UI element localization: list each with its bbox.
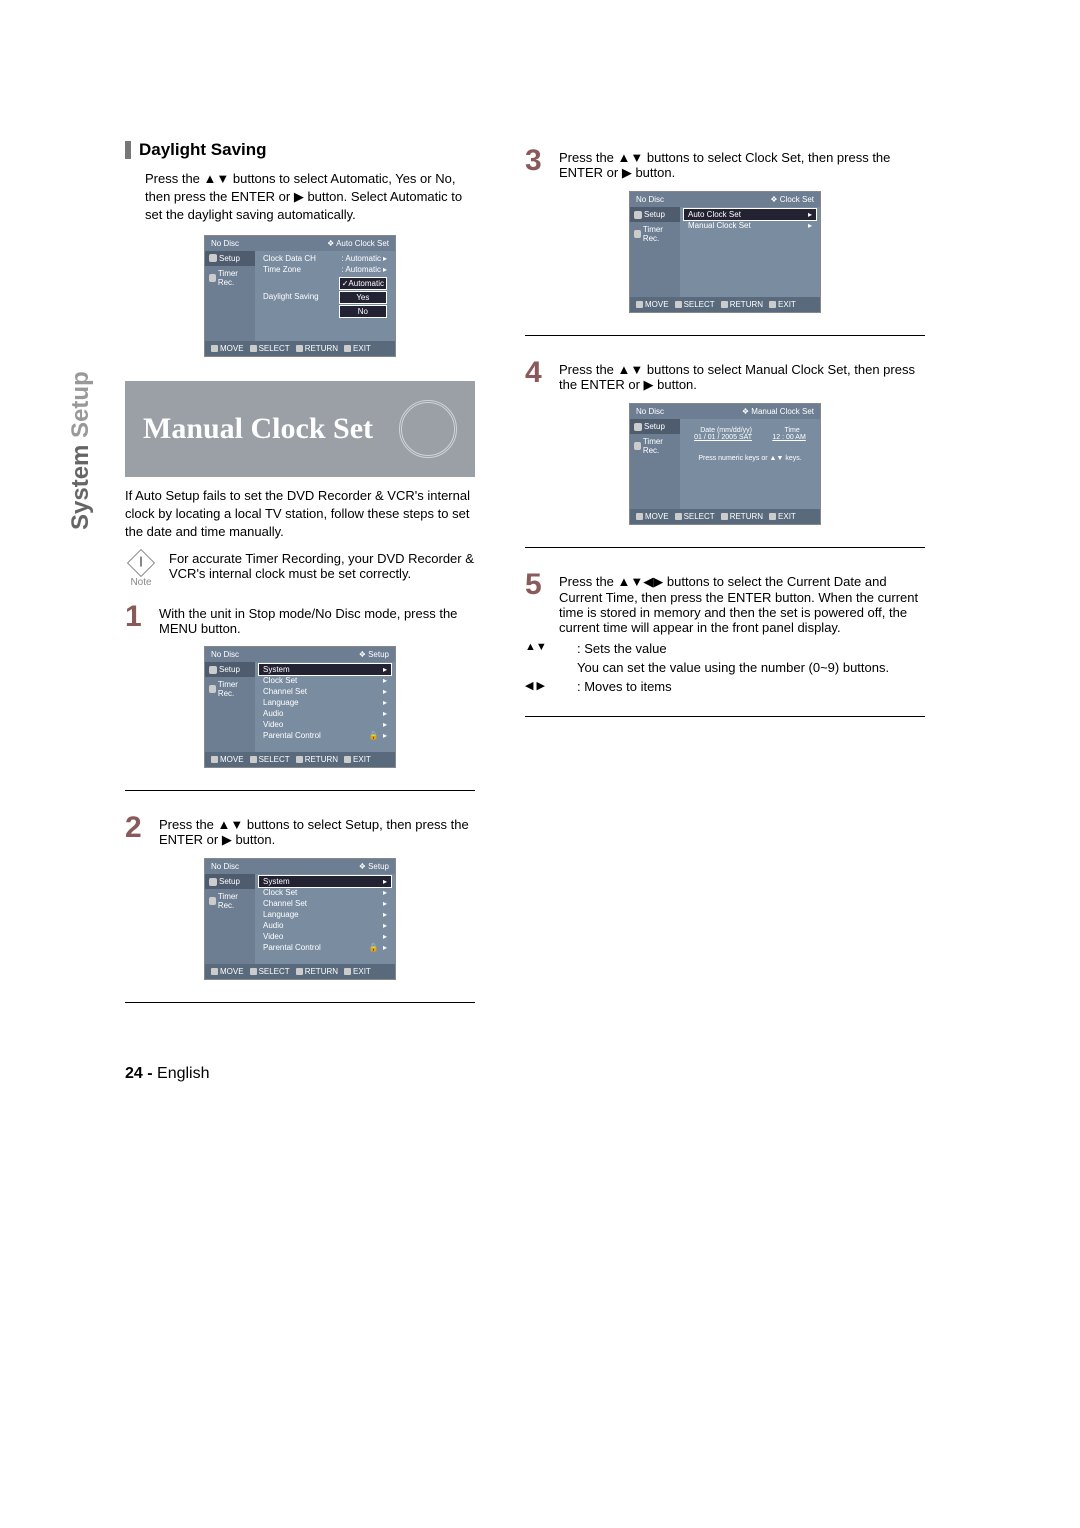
separator	[525, 547, 925, 548]
osd-setup-menu-1: No Disc❖ Setup Setup Timer Rec. System C…	[204, 646, 396, 768]
sets-value-line: ▲▼ : Sets the value	[525, 641, 925, 656]
osd-manual-clock-set: No Disc❖ Manual Clock Set Setup Timer Re…	[629, 403, 821, 525]
step-4: 4 Press the ▲▼ buttons to select Manual …	[525, 358, 925, 393]
osd-sidebar-setup: Setup	[205, 251, 255, 266]
page-footer: 24 - English	[125, 1065, 955, 1083]
separator	[525, 335, 925, 336]
osd-sidebar-timer: Timer Rec.	[205, 266, 255, 290]
gear-icon	[209, 254, 217, 262]
moves-items-line: ◀ ▶ : Moves to items	[525, 679, 925, 694]
manual-clock-set-banner: Manual Clock Set	[125, 381, 475, 477]
separator	[125, 790, 475, 791]
intro-paragraph: If Auto Setup fails to set the DVD Recor…	[125, 487, 475, 542]
daylight-saving-heading: Daylight Saving	[125, 140, 475, 160]
separator	[525, 716, 925, 717]
timer-icon	[209, 274, 216, 282]
osd-auto-clock-set: No Disc ❖ Auto Clock Set Setup Timer Rec…	[204, 235, 396, 357]
note-icon	[127, 549, 155, 577]
disc-icon	[399, 400, 457, 458]
daylight-paragraph: Press the ▲▼ buttons to select Automatic…	[145, 170, 475, 225]
separator	[125, 1002, 475, 1003]
sets-value-desc: You can set the value using the number (…	[525, 660, 925, 675]
step-2: 2 Press the ▲▼ buttons to select Setup, …	[125, 813, 475, 848]
note-box: Note For accurate Timer Recording, your …	[125, 551, 475, 588]
heading-tick-icon	[125, 141, 131, 159]
side-tab-label: System Setup	[67, 371, 95, 530]
osd-clock-set: No Disc❖ Clock Set Setup Timer Rec. Auto…	[629, 191, 821, 313]
step-1: 1 With the unit in Stop mode/No Disc mod…	[125, 602, 475, 636]
step-3: 3 Press the ▲▼ buttons to select Clock S…	[525, 146, 925, 181]
step-5: 5 Press the ▲▼◀▶ buttons to select the C…	[525, 570, 925, 635]
osd-setup-menu-2: No Disc❖ Setup Setup Timer Rec. System C…	[204, 858, 396, 980]
